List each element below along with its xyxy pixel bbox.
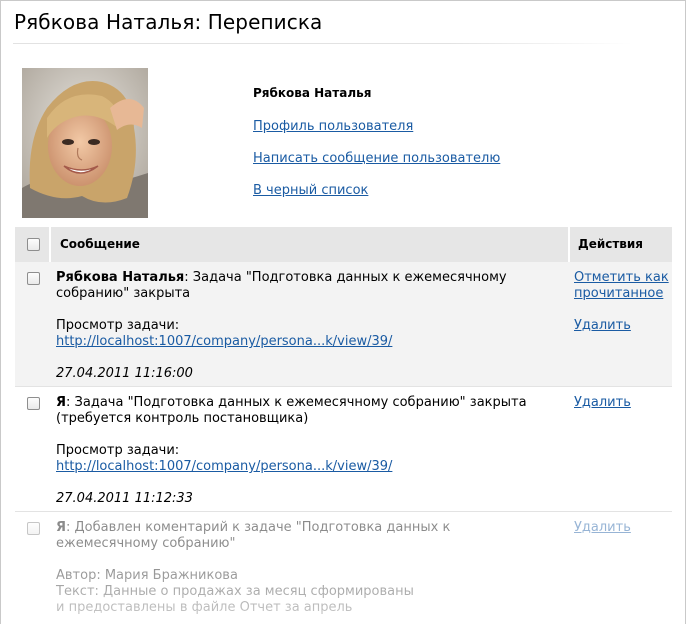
row-checkbox[interactable] xyxy=(27,522,40,535)
profile-link[interactable]: Профиль пользователя xyxy=(253,119,413,134)
row-checkbox[interactable] xyxy=(27,272,40,285)
row-actions: Отметить как прочитанное Удалить xyxy=(574,270,674,334)
user-avatar xyxy=(22,68,148,218)
message-author: Рябкова Наталья xyxy=(56,270,185,285)
table-header: Сообщение Действия xyxy=(15,227,672,262)
row-checkbox[interactable] xyxy=(27,397,40,410)
column-divider xyxy=(49,227,51,262)
table-row: Я: Добавлен коментарий к задаче "Подгото… xyxy=(15,512,672,624)
task-link[interactable]: http://localhost:1007/company/persona...… xyxy=(56,459,392,474)
row-actions: Удалить xyxy=(574,395,674,411)
user-name: Рябкова Наталья xyxy=(253,86,372,100)
view-task-label: Просмотр задачи: xyxy=(56,318,180,333)
table-row: Рябкова Наталья: Задача "Подготовка данн… xyxy=(15,262,672,387)
message-date: 27.04.2011 11:12:33 xyxy=(56,491,193,506)
message-body: Я: Добавлен коментарий к задаче "Подгото… xyxy=(56,520,556,616)
message-date: 27.04.2011 11:16:00 xyxy=(56,366,193,381)
blacklist-link[interactable]: В черный список xyxy=(253,183,368,198)
comment-author: Автор: Мария Бражникова xyxy=(56,568,238,583)
message-author: Я xyxy=(56,520,67,535)
select-all-checkbox[interactable] xyxy=(27,238,40,251)
task-link[interactable]: http://localhost:1007/company/persona...… xyxy=(56,334,392,349)
write-message-link[interactable]: Написать сообщение пользователю xyxy=(253,151,500,166)
comment-text-continued: и предоставлены в файле Отчет за апрель xyxy=(56,600,353,615)
message-text: : Задача "Подготовка данных к ежемесячно… xyxy=(56,395,527,426)
message-author: Я xyxy=(56,395,67,410)
avatar-photo xyxy=(22,68,148,218)
message-body: Я: Задача "Подготовка данных к ежемесячн… xyxy=(56,395,556,507)
window-frame: Рябкова Наталья: Переписка Рябкова Натал… xyxy=(0,0,686,624)
message-body: Рябкова Наталья: Задача "Подготовка данн… xyxy=(56,270,556,382)
page-title: Рябкова Наталья: Переписка xyxy=(14,10,323,34)
delete-link[interactable]: Удалить xyxy=(574,318,674,334)
comment-text: Текст: Данные о продажах за месяц сформи… xyxy=(56,584,414,599)
row-actions: Удалить xyxy=(574,520,674,536)
mark-read-link[interactable]: Отметить как прочитанное xyxy=(574,270,674,302)
delete-link[interactable]: Удалить xyxy=(574,395,674,411)
view-task-label: Просмотр задачи: xyxy=(56,443,180,458)
title-divider xyxy=(13,43,633,44)
table-row: Я: Задача "Подготовка данных к ежемесячн… xyxy=(15,387,672,512)
delete-link[interactable]: Удалить xyxy=(574,520,674,536)
column-divider xyxy=(568,227,570,262)
column-header-message: Сообщение xyxy=(60,237,140,251)
message-text: : Добавлен коментарий к задаче "Подготов… xyxy=(56,520,451,551)
column-header-actions: Действия xyxy=(578,237,644,251)
